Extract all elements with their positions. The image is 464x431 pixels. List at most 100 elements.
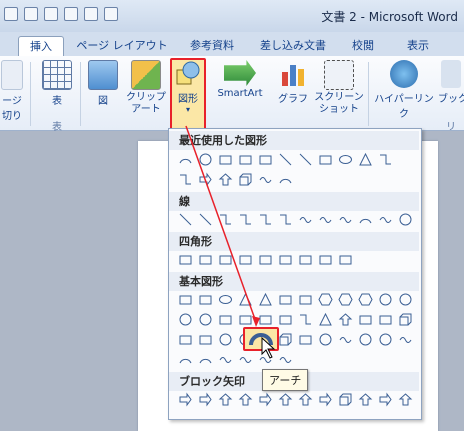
- shape-option-arrowU[interactable]: [217, 391, 234, 408]
- shape-option-circle[interactable]: [357, 331, 374, 348]
- shape-option-wave[interactable]: [257, 171, 274, 188]
- shape-option-circle[interactable]: [197, 151, 214, 168]
- shape-option-arrowR[interactable]: [197, 171, 214, 188]
- shape-option-arrowU[interactable]: [337, 311, 354, 328]
- shape-option-hex[interactable]: [337, 291, 354, 308]
- bookmark-button[interactable]: ブック: [438, 60, 464, 105]
- shape-option-rect[interactable]: [197, 331, 214, 348]
- shape-option-circle[interactable]: [397, 291, 414, 308]
- shape-option-elbow[interactable]: [217, 211, 234, 228]
- shape-option-cube[interactable]: [397, 311, 414, 328]
- shape-option-arrowR[interactable]: [257, 391, 274, 408]
- shape-option-rect[interactable]: [297, 291, 314, 308]
- open-folder-icon[interactable]: [44, 7, 58, 21]
- shape-option-circle[interactable]: [217, 331, 234, 348]
- shape-option-circle[interactable]: [397, 211, 414, 228]
- shape-option-rect[interactable]: [177, 331, 194, 348]
- shape-option-circle[interactable]: [317, 331, 334, 348]
- shape-option-arc[interactable]: [197, 351, 214, 368]
- shape-option-arrowU[interactable]: [297, 391, 314, 408]
- shape-option-rect[interactable]: [197, 251, 214, 268]
- shape-option-rect[interactable]: [257, 151, 274, 168]
- shape-option-circle[interactable]: [177, 311, 194, 328]
- tab-review[interactable]: 校閲: [344, 36, 382, 56]
- shape-option-line[interactable]: [177, 211, 194, 228]
- hyperlink-button[interactable]: ハイパーリンク: [372, 60, 436, 120]
- picture-button[interactable]: 図: [88, 60, 118, 107]
- undo-icon[interactable]: [84, 7, 98, 21]
- shape-option-wave[interactable]: [297, 211, 314, 228]
- screenshot-button[interactable]: スクリーン ショット: [314, 60, 364, 116]
- shape-option-circle[interactable]: [377, 291, 394, 308]
- shape-option-line[interactable]: [277, 151, 294, 168]
- shape-option-rect[interactable]: [337, 251, 354, 268]
- shape-option-elbow[interactable]: [377, 151, 394, 168]
- shape-option-arrowU[interactable]: [217, 171, 234, 188]
- shape-option-elbow[interactable]: [237, 211, 254, 228]
- shape-option-hex[interactable]: [317, 291, 334, 308]
- shape-option-tri[interactable]: [317, 311, 334, 328]
- redo-icon[interactable]: [104, 7, 118, 21]
- shape-option-hex[interactable]: [357, 291, 374, 308]
- shape-option-elbow[interactable]: [177, 171, 194, 188]
- shape-option-rect[interactable]: [357, 311, 374, 328]
- chart-button[interactable]: グラフ: [276, 60, 310, 105]
- smartart-button[interactable]: SmartArt: [210, 60, 270, 99]
- shape-option-tri[interactable]: [257, 291, 274, 308]
- shape-option-wave[interactable]: [257, 351, 274, 368]
- shape-option-elbow[interactable]: [257, 211, 274, 228]
- tab-page-layout[interactable]: ページ レイアウト: [72, 36, 172, 56]
- shape-option-arrowU[interactable]: [237, 391, 254, 408]
- tab-insert[interactable]: 挿入: [18, 36, 64, 57]
- shape-option-wave[interactable]: [337, 211, 354, 228]
- shape-option-arrowU[interactable]: [357, 391, 374, 408]
- table-button[interactable]: 表: [40, 60, 74, 107]
- shape-option-circle[interactable]: [197, 311, 214, 328]
- shape-option-wave[interactable]: [237, 351, 254, 368]
- clipart-button[interactable]: クリップ アート: [124, 60, 168, 116]
- shape-option-cube[interactable]: [337, 391, 354, 408]
- save-icon[interactable]: [64, 7, 78, 21]
- shape-option-rect[interactable]: [277, 311, 294, 328]
- shape-option-rect[interactable]: [297, 331, 314, 348]
- shape-option-rect[interactable]: [217, 251, 234, 268]
- shape-option-rect[interactable]: [237, 251, 254, 268]
- shape-option-oval[interactable]: [337, 151, 354, 168]
- tab-view[interactable]: 表示: [398, 36, 438, 56]
- shape-option-rect[interactable]: [237, 311, 254, 328]
- word-app-icon[interactable]: [4, 7, 18, 21]
- shape-option-rect[interactable]: [277, 291, 294, 308]
- tab-mailings[interactable]: 差し込み文書: [250, 36, 336, 56]
- shape-option-arrowR[interactable]: [177, 391, 194, 408]
- shape-option-rect[interactable]: [317, 151, 334, 168]
- shape-option-rect[interactable]: [377, 311, 394, 328]
- shape-option-cube[interactable]: [237, 171, 254, 188]
- shape-option-arrowU[interactable]: [397, 391, 414, 408]
- shape-option-wave[interactable]: [277, 351, 294, 368]
- shape-option-arrowR[interactable]: [317, 391, 334, 408]
- shape-option-rect[interactable]: [257, 311, 274, 328]
- shape-option-rect[interactable]: [177, 291, 194, 308]
- shape-option-wave[interactable]: [397, 331, 414, 348]
- shape-option-wave[interactable]: [217, 351, 234, 368]
- arch-shape-highlight[interactable]: [243, 327, 279, 351]
- shape-option-arc[interactable]: [357, 211, 374, 228]
- shapes-button[interactable]: 図形 ▾: [170, 58, 206, 130]
- page-break-button[interactable]: ージ 切り: [0, 60, 24, 122]
- shape-option-tri[interactable]: [357, 151, 374, 168]
- shape-option-rect[interactable]: [197, 291, 214, 308]
- shape-option-wave[interactable]: [337, 331, 354, 348]
- shape-option-rect[interactable]: [237, 151, 254, 168]
- shape-option-wave[interactable]: [317, 211, 334, 228]
- shape-option-elbow[interactable]: [277, 211, 294, 228]
- shape-option-rect[interactable]: [297, 251, 314, 268]
- shape-option-arrowU[interactable]: [277, 391, 294, 408]
- shape-option-rect[interactable]: [257, 251, 274, 268]
- shape-option-arrowR[interactable]: [377, 391, 394, 408]
- shape-option-arc[interactable]: [177, 351, 194, 368]
- shape-option-rect[interactable]: [177, 251, 194, 268]
- shape-option-wave[interactable]: [377, 211, 394, 228]
- new-document-icon[interactable]: [24, 7, 38, 21]
- shape-option-tri[interactable]: [237, 291, 254, 308]
- shape-option-rect[interactable]: [217, 151, 234, 168]
